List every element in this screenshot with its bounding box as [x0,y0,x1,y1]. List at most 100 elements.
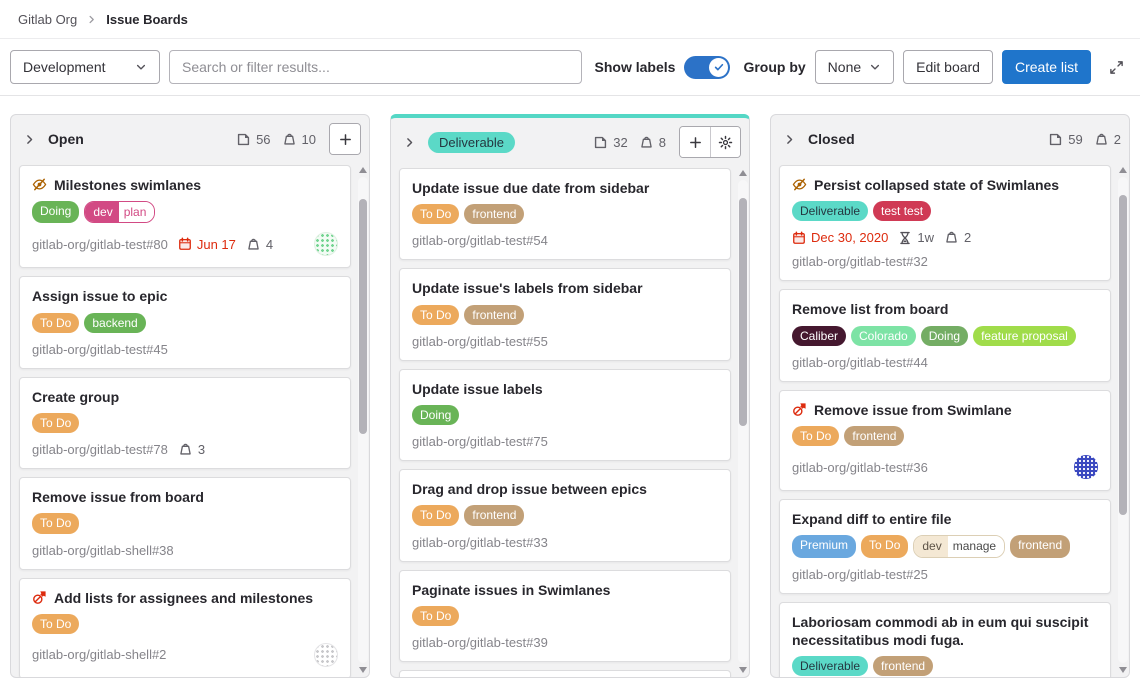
add-issue-button[interactable] [680,127,710,157]
scoped-label[interactable]: devplan [84,201,155,223]
card-labels: To Do [32,614,338,634]
label[interactable]: To Do [32,313,79,333]
issue-card[interactable]: Remove issue from boardTo Dogitlab-org/g… [19,477,351,569]
collapse-column-icon[interactable] [783,133,799,146]
label[interactable]: To Do [412,204,459,224]
issue-card[interactable]: Add lists for assignees and milestones To… [19,578,351,678]
column-scrollbar[interactable] [737,168,749,675]
edit-board-button[interactable]: Edit board [903,50,993,84]
card-footer: gitlab-org/gitlab-test#54 [412,233,718,248]
scrollbar-track[interactable] [358,177,368,663]
label[interactable]: To Do [32,513,79,533]
scrollbar-track[interactable] [1118,177,1128,663]
scroll-up-arrow-icon[interactable] [739,170,747,176]
issue-card[interactable]: Assign issue to epicTo Dobackendgitlab-o… [19,276,351,368]
card-title-text: Update issue's labels from sidebar [412,279,643,297]
search-input[interactable] [169,50,582,84]
label[interactable]: Doing [32,201,79,223]
card-title-text: Add lists for assignees and milestones [54,589,313,607]
issue-card[interactable]: Remove issue from SwimlaneTo Dofrontendg… [779,390,1111,491]
label[interactable]: frontend [464,505,524,525]
label[interactable]: frontend [464,204,524,224]
label[interactable]: Doing [412,405,459,425]
issue-card[interactable]: Remove list from boardCaliberColoradoDoi… [779,289,1111,381]
issue-card[interactable] [399,670,731,677]
scroll-down-arrow-icon[interactable] [359,667,367,673]
column-title-label[interactable]: Deliverable [428,132,515,153]
issue-card[interactable]: Persist collapsed state of Swimlanes Deli… [779,165,1111,281]
scroll-down-arrow-icon[interactable] [739,667,747,673]
breadcrumb-separator-icon [86,14,97,25]
scroll-down-arrow-icon[interactable] [1119,667,1127,673]
issue-card[interactable]: Laboriosam commodi ab in eum qui suscipi… [779,602,1111,678]
scroll-up-arrow-icon[interactable] [359,167,367,173]
column-card-list: Milestones swimlanes Doingdevplan gitlab-o… [11,163,369,677]
time-estimate: 1w [898,230,934,245]
issue-card[interactable]: Create groupTo Dogitlab-org/gitlab-test#… [19,377,351,469]
label[interactable]: Doing [921,326,968,346]
label[interactable]: To Do [32,614,79,634]
label[interactable]: To Do [32,413,79,433]
label[interactable]: frontend [464,305,524,325]
scrollbar-track[interactable] [738,180,748,663]
collapse-column-icon[interactable] [23,133,39,146]
breadcrumb-group-link[interactable]: Gitlab Org [18,12,77,27]
issue-card[interactable]: Milestones swimlanesDoingdevplangitlab-o… [19,165,351,268]
maximize-icon[interactable] [1102,53,1130,81]
issue-card[interactable]: Update issue's labels from sidebar To Dof… [399,268,731,360]
assignee-avatar[interactable] [1074,455,1098,479]
label[interactable]: frontend [844,426,904,446]
label[interactable]: To Do [412,305,459,325]
collapse-column-icon[interactable] [403,136,419,149]
create-list-button[interactable]: Create list [1002,50,1091,84]
group-by-dropdown[interactable]: None [815,50,894,84]
group-by-label: Group by [743,59,805,75]
label[interactable]: Deliverable [792,656,868,676]
label[interactable]: To Do [412,606,459,626]
label[interactable]: Caliber [792,326,846,346]
scrollbar-thumb[interactable] [359,199,367,434]
column-scrollbar[interactable] [1117,165,1129,675]
assignee-avatar[interactable] [314,643,338,667]
scrollbar-thumb[interactable] [739,198,747,426]
column-scrollbar[interactable] [357,165,369,675]
card-title-text: Laboriosam commodi ab in eum qui suscipi… [792,613,1098,649]
weight-icon [246,237,261,252]
issue-card[interactable]: Drag and drop issue between epicsTo Dofr… [399,469,731,561]
card-footer: gitlab-org/gitlab-test#44 [792,355,1098,370]
issue-card[interactable]: Expand diff to entire file PremiumTo Dode… [779,499,1111,593]
issues-count: 59 [1068,132,1082,147]
card-title-text: Milestones swimlanes [54,176,201,194]
issue-reference: gitlab-org/gitlab-test#39 [412,635,548,650]
card-title-text: Expand diff to entire file [792,510,951,528]
issue-card[interactable]: Update issue due date from sidebar To Dof… [399,168,731,260]
label[interactable]: To Do [412,505,459,525]
show-labels-toggle[interactable] [684,56,730,79]
scrollbar-thumb[interactable] [1119,195,1127,515]
add-issue-button[interactable] [330,124,360,154]
card-title: Expand diff to entire file [792,510,1098,528]
board-switcher-dropdown[interactable]: Development [10,50,160,84]
scoped-label[interactable]: devmanage [913,535,1005,557]
board-column-open: Open5610Milestones swimlanesDoingdevplan… [10,114,370,678]
label[interactable]: To Do [792,426,839,446]
card-title-text: Update issue due date from sidebar [412,179,649,197]
card-title-text: Persist collapsed state of Swimlanes [814,176,1059,194]
issue-card[interactable]: Update issue labelsDoinggitlab-org/gitla… [399,369,731,461]
label[interactable]: test test [873,201,931,221]
label[interactable]: feature proposal [973,326,1076,346]
label[interactable]: Colorado [851,326,916,346]
issue-card[interactable]: Paginate issues in SwimlanesTo Dogitlab-… [399,570,731,662]
label[interactable]: Premium [792,535,856,557]
card-labels: To Dofrontend [412,204,718,224]
label[interactable]: backend [84,313,145,333]
list-settings-button[interactable] [710,127,740,157]
label[interactable]: To Do [861,535,908,557]
scroll-up-arrow-icon[interactable] [1119,167,1127,173]
card-footer: gitlab-org/gitlab-shell#2 [32,643,338,667]
label[interactable]: Deliverable [792,201,868,221]
label[interactable]: frontend [873,656,933,676]
label[interactable]: frontend [1010,535,1070,557]
card-title: Remove issue from Swimlane [792,401,1098,419]
assignee-avatar[interactable] [314,232,338,256]
